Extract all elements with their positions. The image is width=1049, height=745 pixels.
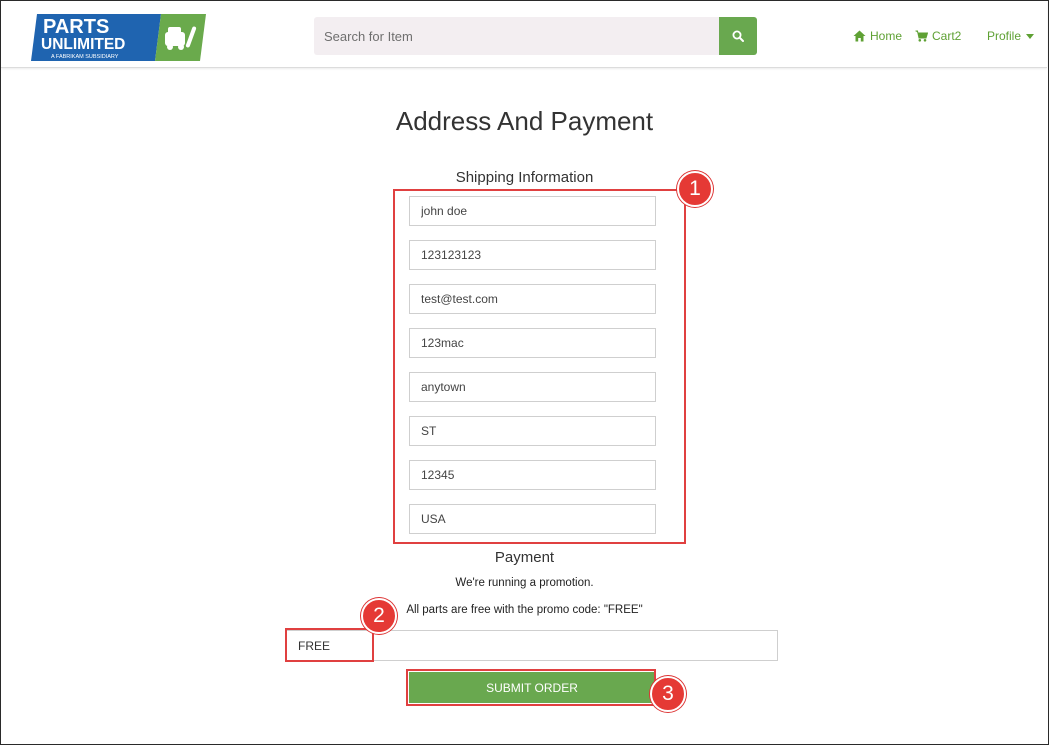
promo-text-line2: All parts are free with the promo code: … (406, 604, 643, 616)
promo-code-field[interactable] (286, 630, 778, 661)
logo-line1: PARTS (43, 16, 109, 38)
search-bar (314, 17, 757, 55)
shipping-heading: Shipping Information (455, 169, 594, 186)
city-field[interactable] (409, 372, 656, 402)
annotation-badge-2: 2 (361, 598, 397, 634)
home-icon (853, 30, 866, 42)
promo-text-line1: We're running a promotion. (455, 577, 594, 589)
parts-unlimited-logo[interactable]: PARTS UNLIMITED A FABRIKAM SUBSIDIARY (31, 14, 206, 61)
state-field[interactable] (409, 416, 656, 446)
navbar: PARTS UNLIMITED A FABRIKAM SUBSIDIARY Ho… (1, 1, 1047, 68)
search-icon (732, 30, 744, 42)
search-button[interactable] (719, 17, 757, 55)
logo-tagline: A FABRIKAM SUBSIDIARY (51, 54, 119, 60)
nav-home-link[interactable]: Home (853, 29, 902, 43)
nav-cart-link[interactable]: Cart2 (915, 29, 961, 43)
address-field[interactable] (409, 328, 656, 358)
annotation-badge-3: 3 (650, 676, 686, 712)
country-field[interactable] (409, 504, 656, 534)
logo-line2: UNLIMITED (41, 36, 125, 53)
nav-profile-label: Profile (987, 29, 1022, 43)
cart-icon (915, 30, 928, 42)
page-title: Address And Payment (395, 106, 654, 136)
nav-profile-dropdown[interactable]: Profile (987, 29, 1035, 43)
annotation-badge-1: 1 (677, 171, 713, 207)
nav-cart-label: Cart2 (932, 29, 962, 43)
name-field[interactable] (409, 196, 656, 226)
chevron-down-icon (1026, 33, 1035, 39)
search-input[interactable] (314, 17, 719, 55)
nav-home-label: Home (870, 29, 903, 43)
payment-heading: Payment (494, 549, 555, 566)
postal-code-field[interactable] (409, 460, 656, 490)
email-field[interactable] (409, 284, 656, 314)
submit-order-button[interactable]: SUBMIT ORDER (409, 672, 655, 703)
phone-field[interactable] (409, 240, 656, 270)
